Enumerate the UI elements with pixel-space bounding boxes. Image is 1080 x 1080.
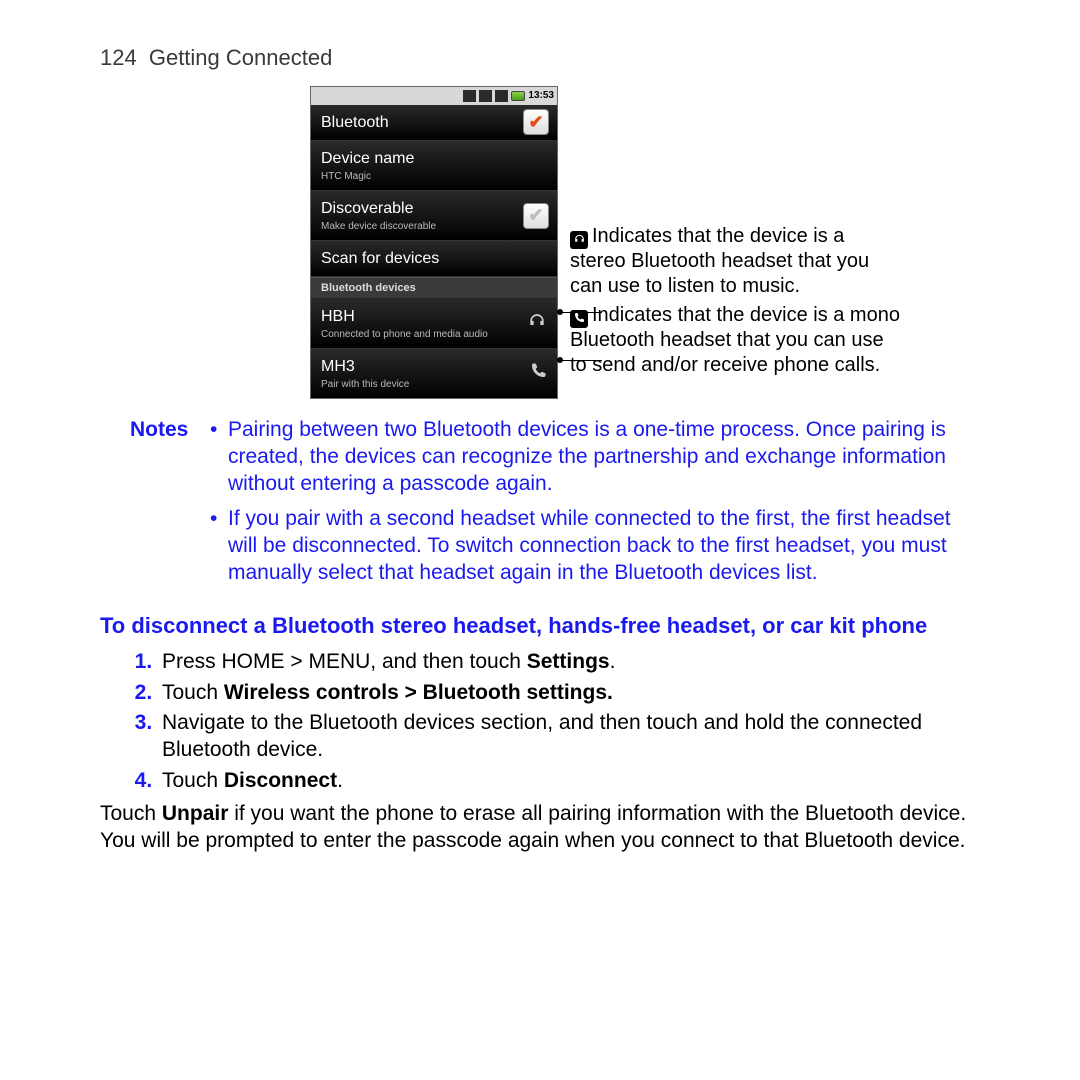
leader-dot (557, 309, 563, 315)
phone-screenshot: 13:53 Bluetooth Device name HTC Magic Di… (310, 86, 558, 399)
status-time: 13:53 (528, 90, 554, 103)
battery-status-icon (511, 91, 525, 101)
row-title: HBH (321, 307, 547, 327)
headphones-icon (570, 231, 588, 249)
callout-stereo: Indicates that the device is a stereo Bl… (570, 224, 900, 299)
bullet-icon: • (210, 506, 228, 587)
row-subtitle: Pair with this device (321, 379, 547, 392)
step-text: Touch (162, 769, 224, 792)
device-row-mh3[interactable]: MH3 Pair with this device (311, 349, 557, 398)
bullet-icon: • (210, 417, 228, 498)
device-name-row[interactable]: Device name HTC Magic (311, 141, 557, 191)
callout-text: Indicates that the device is a stereo Bl… (570, 225, 869, 297)
para-text: if you want the phone to erase all pairi… (100, 802, 966, 852)
step-text: Touch (162, 681, 224, 704)
note-text: Pairing between two Bluetooth devices is… (228, 417, 980, 498)
step-text: Press HOME > MENU, and then touch (162, 650, 527, 673)
figure-row: 13:53 Bluetooth Device name HTC Magic Di… (310, 86, 980, 399)
callout-text: Indicates that the device is a mono Blue… (570, 304, 900, 376)
discoverable-row[interactable]: Discoverable Make device discoverable (311, 191, 557, 241)
step-bold: Disconnect (224, 769, 337, 792)
step-item: Press HOME > MENU, and then touch Settin… (158, 649, 980, 676)
row-subtitle: Make device discoverable (321, 221, 547, 234)
step-text: Navigate to the Bluetooth devices sectio… (162, 711, 922, 761)
step-item: Touch Disconnect. (158, 768, 980, 795)
row-title: Discoverable (321, 199, 547, 219)
para-text: Touch (100, 802, 162, 825)
3g-status-icon (479, 90, 492, 102)
para-bold: Unpair (162, 802, 229, 825)
row-title: Scan for devices (321, 249, 547, 269)
checkbox-off-icon[interactable] (523, 203, 549, 229)
leader-dot (557, 357, 563, 363)
scan-row[interactable]: Scan for devices (311, 241, 557, 276)
leader-line (560, 360, 602, 361)
checkbox-on-icon[interactable] (523, 109, 549, 135)
page-number: 124 (100, 45, 137, 70)
steps-list: Press HOME > MENU, and then touch Settin… (158, 649, 980, 795)
note-item: • If you pair with a second headset whil… (210, 506, 980, 587)
page-header: 124 Getting Connected (100, 44, 980, 72)
callout-mono: Indicates that the device is a mono Blue… (570, 303, 900, 378)
row-title: Device name (321, 149, 547, 169)
section-title: Getting Connected (149, 45, 332, 70)
bluetooth-toggle-row[interactable]: Bluetooth (311, 105, 557, 140)
row-subtitle: Connected to phone and media audio (321, 329, 547, 342)
note-item: • Pairing between two Bluetooth devices … (210, 417, 980, 498)
notes-label: Notes (130, 417, 210, 594)
section-header: Bluetooth devices (311, 277, 557, 299)
leader-line (560, 312, 602, 313)
bluetooth-status-icon (463, 90, 476, 102)
headphones-icon (527, 310, 547, 336)
note-text: If you pair with a second headset while … (228, 506, 980, 587)
closing-paragraph: Touch Unpair if you want the phone to er… (100, 801, 980, 855)
row-title: MH3 (321, 357, 547, 377)
procedure-heading: To disconnect a Bluetooth stereo headset… (100, 612, 980, 640)
step-bold: Settings (527, 650, 610, 673)
step-item: Navigate to the Bluetooth devices sectio… (158, 710, 980, 764)
device-row-hbh[interactable]: HBH Connected to phone and media audio (311, 299, 557, 349)
row-subtitle: HTC Magic (321, 171, 547, 184)
step-bold: Wireless controls > Bluetooth settings. (224, 681, 613, 704)
signal-status-icon (495, 90, 508, 102)
step-text: . (337, 769, 343, 792)
phone-icon (529, 362, 547, 386)
step-text: . (610, 650, 616, 673)
callouts: Indicates that the device is a stereo Bl… (570, 86, 900, 378)
notes-list: • Pairing between two Bluetooth devices … (210, 417, 980, 594)
row-title: Bluetooth (321, 113, 547, 133)
status-bar: 13:53 (311, 87, 557, 105)
notes-block: Notes • Pairing between two Bluetooth de… (130, 417, 980, 594)
step-item: Touch Wireless controls > Bluetooth sett… (158, 680, 980, 707)
